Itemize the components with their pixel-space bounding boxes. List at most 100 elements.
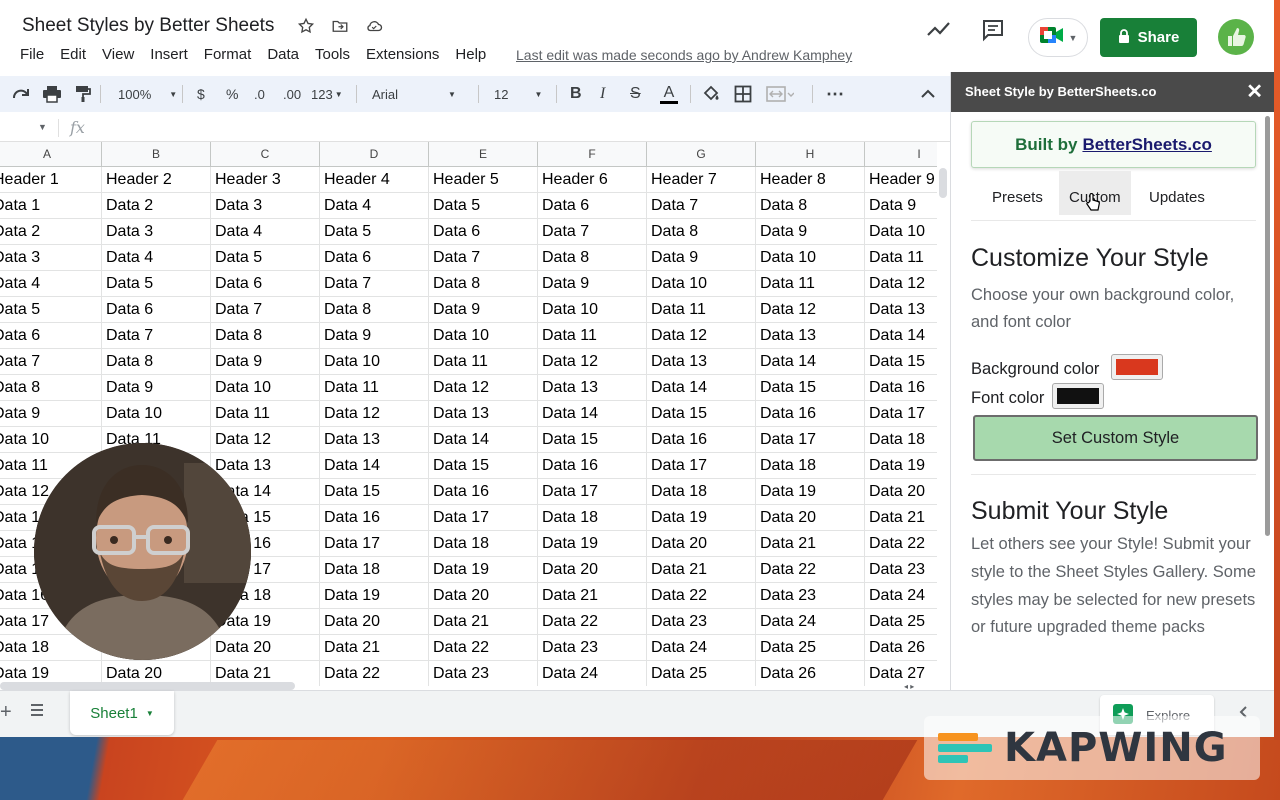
table-cell[interactable]: Data 10 <box>865 219 937 245</box>
table-cell[interactable]: Data 23 <box>538 635 647 661</box>
table-cell[interactable]: Data 24 <box>538 661 647 686</box>
table-cell[interactable]: Data 16 <box>320 505 429 531</box>
table-cell[interactable]: Data 11 <box>211 401 320 427</box>
sheet-tab-sheet1[interactable]: Sheet1 ▼ <box>70 691 174 735</box>
table-cell[interactable]: Data 9 <box>320 323 429 349</box>
table-cell[interactable]: Data 13 <box>756 323 865 349</box>
font-color-picker[interactable] <box>1052 383 1104 409</box>
table-cell[interactable]: Data 8 <box>429 271 538 297</box>
table-cell[interactable]: Data 13 <box>865 297 937 323</box>
table-cell[interactable]: Data 27 <box>865 661 937 686</box>
table-cell[interactable]: Data 3 <box>102 219 211 245</box>
table-cell[interactable]: Data 8 <box>102 349 211 375</box>
table-cell[interactable]: Data 11 <box>538 323 647 349</box>
table-cell[interactable]: Data 10 <box>0 427 102 453</box>
table-cell[interactable]: Data 11 <box>647 297 756 323</box>
table-cell[interactable]: Data 7 <box>320 271 429 297</box>
table-cell[interactable]: Data 9 <box>538 271 647 297</box>
table-cell[interactable]: Data 18 <box>865 427 937 453</box>
table-cell[interactable]: Header 5 <box>429 167 538 193</box>
table-cell[interactable]: Data 25 <box>756 635 865 661</box>
table-cell[interactable]: Data 10 <box>538 297 647 323</box>
table-cell[interactable]: Data 22 <box>538 609 647 635</box>
table-cell[interactable]: Data 8 <box>647 219 756 245</box>
table-cell[interactable]: Data 13 <box>320 427 429 453</box>
table-cell[interactable]: Data 10 <box>647 271 756 297</box>
menu-view[interactable]: View <box>102 46 134 63</box>
print-icon[interactable] <box>42 76 62 112</box>
table-cell[interactable]: Data 11 <box>429 349 538 375</box>
column-header-f[interactable]: F <box>538 142 647 167</box>
table-cell[interactable]: Data 25 <box>865 609 937 635</box>
table-cell[interactable]: Header 9 <box>865 167 937 193</box>
more-formats-select[interactable]: 123 ▼ <box>311 76 343 112</box>
more-options-button[interactable]: ⋯ <box>826 76 844 112</box>
table-cell[interactable]: Header 7 <box>647 167 756 193</box>
table-cell[interactable]: Data 17 <box>756 427 865 453</box>
table-cell[interactable]: Data 15 <box>538 427 647 453</box>
all-sheets-icon[interactable] <box>30 703 44 722</box>
table-cell[interactable]: Data 19 <box>647 505 756 531</box>
table-cell[interactable]: Data 11 <box>756 271 865 297</box>
table-cell[interactable]: Data 22 <box>865 531 937 557</box>
table-cell[interactable]: Data 3 <box>0 245 102 271</box>
table-cell[interactable]: Data 12 <box>647 323 756 349</box>
table-cell[interactable]: Data 9 <box>211 349 320 375</box>
table-cell[interactable]: Data 5 <box>320 219 429 245</box>
table-cell[interactable]: Data 10 <box>429 323 538 349</box>
table-cell[interactable]: Data 22 <box>320 661 429 686</box>
table-cell[interactable]: Data 26 <box>865 635 937 661</box>
table-cell[interactable]: Data 11 <box>865 245 937 271</box>
table-cell[interactable]: Data 11 <box>320 375 429 401</box>
table-cell[interactable]: Data 22 <box>756 557 865 583</box>
table-cell[interactable]: Data 10 <box>756 245 865 271</box>
table-cell[interactable]: Data 21 <box>320 635 429 661</box>
table-cell[interactable]: Data 9 <box>756 219 865 245</box>
table-cell[interactable]: Data 24 <box>756 609 865 635</box>
move-folder-icon[interactable] <box>330 16 350 36</box>
table-cell[interactable]: Data 20 <box>211 635 320 661</box>
table-cell[interactable]: Data 13 <box>429 401 538 427</box>
table-cell[interactable]: Data 16 <box>647 427 756 453</box>
table-cell[interactable]: Data 16 <box>756 401 865 427</box>
table-cell[interactable]: Data 9 <box>865 193 937 219</box>
menu-help[interactable]: Help <box>455 46 486 63</box>
borders-icon[interactable] <box>734 76 752 112</box>
panel-scrollbar[interactable] <box>1265 116 1270 536</box>
document-title[interactable]: Sheet Styles by Better Sheets <box>22 15 274 37</box>
star-icon[interactable] <box>296 16 316 36</box>
fill-color-icon[interactable] <box>702 76 720 112</box>
table-cell[interactable]: Data 5 <box>102 271 211 297</box>
table-cell[interactable]: Data 10 <box>102 401 211 427</box>
table-cell[interactable]: Data 6 <box>0 323 102 349</box>
table-cell[interactable]: Data 20 <box>865 479 937 505</box>
table-cell[interactable]: Data 7 <box>0 349 102 375</box>
table-cell[interactable]: Data 20 <box>756 505 865 531</box>
table-cell[interactable]: Data 19 <box>538 531 647 557</box>
activity-trend-icon[interactable] <box>926 18 952 45</box>
table-cell[interactable]: Data 18 <box>429 531 538 557</box>
zoom-select[interactable]: 100% ▼ <box>118 76 177 112</box>
table-cell[interactable]: Data 23 <box>865 557 937 583</box>
menu-edit[interactable]: Edit <box>60 46 86 63</box>
table-cell[interactable]: Data 18 <box>756 453 865 479</box>
table-cell[interactable]: Data 9 <box>647 245 756 271</box>
table-cell[interactable]: Data 19 <box>320 583 429 609</box>
table-cell[interactable]: Data 4 <box>320 193 429 219</box>
font-family-select[interactable]: Arial ▼ <box>372 76 456 112</box>
table-cell[interactable]: Header 2 <box>102 167 211 193</box>
table-cell[interactable]: Header 3 <box>211 167 320 193</box>
paint-format-icon[interactable] <box>74 76 92 112</box>
font-size-select[interactable]: 12 ▼ <box>494 76 542 112</box>
table-cell[interactable]: Data 18 <box>538 505 647 531</box>
table-cell[interactable]: Data 6 <box>429 219 538 245</box>
table-cell[interactable]: Data 3 <box>211 193 320 219</box>
column-header-i[interactable]: I <box>865 142 937 167</box>
background-color-picker[interactable] <box>1111 354 1163 380</box>
table-cell[interactable]: Data 14 <box>429 427 538 453</box>
table-cell[interactable]: Data 17 <box>538 479 647 505</box>
currency-format-button[interactable]: $ <box>197 76 205 112</box>
merge-cells-icon[interactable] <box>766 76 794 112</box>
table-cell[interactable]: Data 8 <box>211 323 320 349</box>
table-cell[interactable]: Data 2 <box>102 193 211 219</box>
